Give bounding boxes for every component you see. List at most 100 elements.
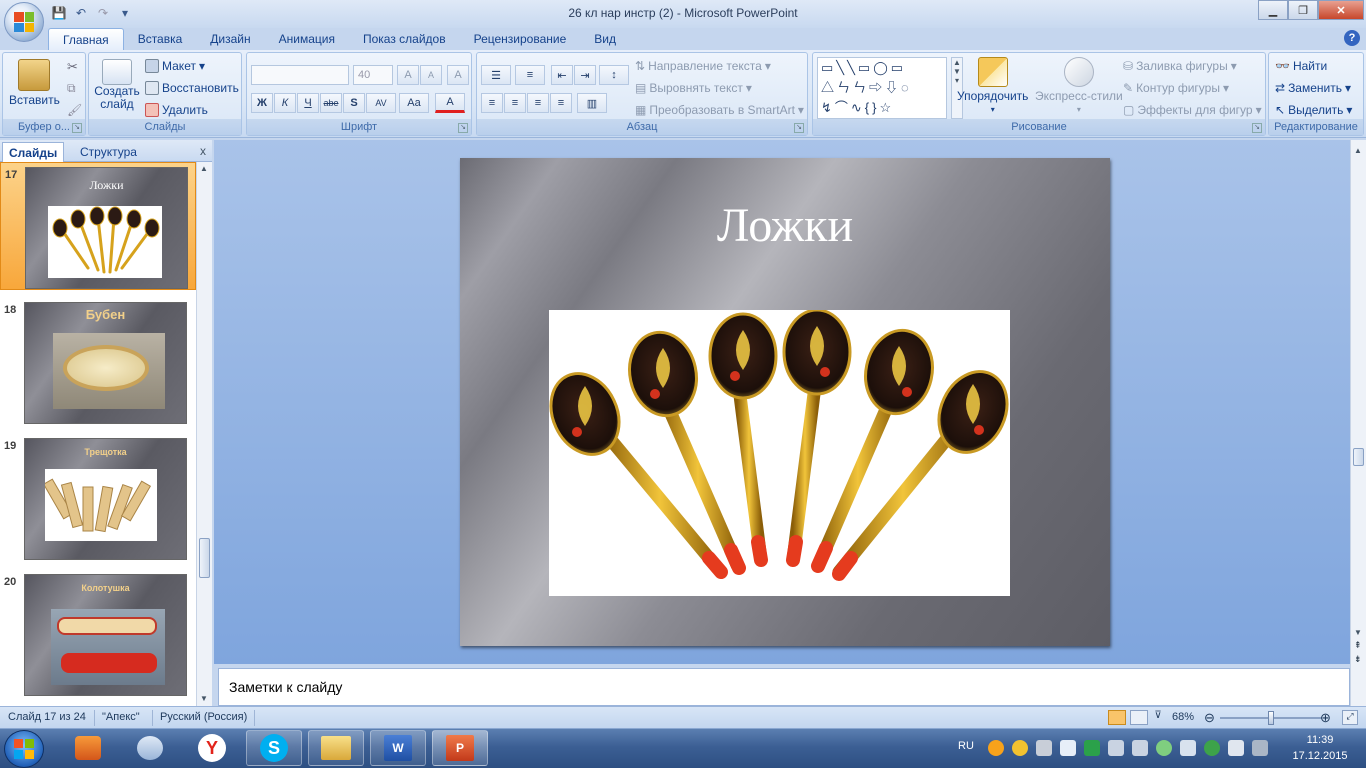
taskbar-powerpoint[interactable]: P [432,730,488,766]
taskbar-speaker[interactable] [122,730,178,766]
thumbnail-slide-19[interactable]: 19 Трещотка [0,434,196,562]
font-color-button[interactable]: A [435,93,465,113]
pane-close-icon[interactable]: x [200,144,206,158]
cut-icon[interactable]: ✂ [67,59,78,75]
find-button[interactable]: 👓 Найти [1275,59,1327,73]
tab-slideshow[interactable]: Показ слайдов [349,28,460,50]
thumbnail-slide-18[interactable]: 18 Бубен [0,298,196,426]
shape-fill-button[interactable]: ⛁ Заливка фигуры ▾ [1123,59,1237,73]
tab-review[interactable]: Рецензирование [460,28,581,50]
previous-slide-icon[interactable]: ⇞ [1354,640,1362,651]
increase-indent-button[interactable]: ⇥ [574,65,596,85]
tray-smile-icon[interactable] [1012,740,1028,756]
tray-network-icon[interactable] [1252,740,1268,756]
current-slide[interactable]: Ложки [460,158,1110,646]
zoom-out-icon[interactable]: ⊖ [1204,710,1215,726]
text-direction-button[interactable]: ⇅ Направление текста ▾ [635,59,771,73]
paste-button[interactable]: Вставить [9,59,60,107]
tray-app-icon[interactable] [988,740,1004,756]
spoons-image[interactable] [549,308,1010,596]
select-button[interactable]: ↖ Выделить ▾ [1275,103,1352,117]
tray-headset-icon[interactable] [1036,740,1052,756]
copy-icon[interactable]: ⧉ [67,81,76,96]
minimize-button[interactable]: ▁ [1258,0,1288,20]
tab-outline-pane[interactable]: Структура [74,142,143,162]
zoom-slider[interactable] [1220,711,1322,725]
clipboard-launcher-icon[interactable]: ↘ [72,123,82,133]
underline-button[interactable]: Ч [297,93,319,113]
office-button[interactable] [4,2,44,42]
taskbar-explorer[interactable] [308,730,364,766]
tab-insert[interactable]: Вставка [124,28,197,50]
tray-monitor-icon[interactable] [1180,740,1196,756]
help-icon[interactable]: ? [1344,30,1360,46]
start-button[interactable] [4,730,44,768]
shapes-gallery[interactable]: ▭╲╲▭◯▭ △ㄣㄣ⇨⇩◌ ↯⌒∿{}☆ [817,57,947,119]
scroll-thumb[interactable] [1353,448,1364,466]
scroll-down-icon[interactable]: ▼ [200,694,208,703]
shrink-font-button[interactable]: A [420,65,442,85]
fit-to-window-icon[interactable]: ⤢ [1342,710,1358,725]
thumbnail-scrollbar[interactable]: ▲ ▼ [196,162,212,706]
bullets-button[interactable]: ☰ [481,65,511,85]
tray-flag-icon[interactable] [1228,740,1244,756]
zoom-in-icon[interactable]: ⊕ [1320,710,1331,726]
columns-button[interactable]: ▥ [577,93,607,113]
font-size-field[interactable]: 40 [353,65,393,85]
slide-scrollbar[interactable]: ▲ ▼ ⇞ ⇟ [1350,140,1366,706]
drawing-launcher-icon[interactable]: ↘ [1252,123,1262,133]
close-button[interactable]: ✕ [1318,0,1364,20]
slideshow-view-icon[interactable]: ⊽ [1150,710,1166,725]
smartart-button[interactable]: ▦ Преобразовать в SmartArt ▾ [635,103,804,117]
tab-slides-pane[interactable]: Слайды [2,142,65,162]
align-center-button[interactable]: ≡ [504,93,526,113]
shape-effects-button[interactable]: ▢ Эффекты для фигур ▾ [1123,103,1262,117]
taskbar-yandex-browser[interactable]: Y [184,730,240,766]
tab-view[interactable]: Вид [580,28,630,50]
reset-button[interactable]: Восстановить [145,81,239,95]
tray-signal-icon[interactable] [1108,740,1124,756]
scroll-down-icon[interactable]: ▼ [1354,628,1362,637]
arrange-button[interactable]: Упорядочить ▾ [957,57,1028,114]
change-case-button[interactable]: Aa [399,93,429,113]
format-painter-icon[interactable]: 🖌 [67,103,82,117]
bold-button[interactable]: Ж [251,93,273,113]
align-right-button[interactable]: ≡ [527,93,549,113]
numbering-button[interactable]: ≡ [515,65,545,85]
font-launcher-icon[interactable]: ↘ [458,123,468,133]
scroll-thumb[interactable] [199,538,210,578]
strikethrough-button[interactable]: abe [320,93,342,113]
new-slide-button[interactable]: Создать слайд [93,59,141,111]
notes-pane[interactable]: Заметки к слайду [218,668,1350,706]
quick-styles-button[interactable]: Экспресс-стили ▾ [1035,57,1123,114]
font-name-field[interactable] [251,65,349,85]
system-clock[interactable]: 11:39 17.12.2015 [1280,732,1360,764]
thumbnail-slide-20[interactable]: 20 Колотушка [0,570,196,698]
italic-button[interactable]: К [274,93,296,113]
delete-button[interactable]: Удалить [145,103,208,117]
shadow-button[interactable]: S [343,93,365,113]
scroll-up-icon[interactable]: ▲ [200,164,208,173]
tab-design[interactable]: Дизайн [196,28,264,50]
tray-check-icon[interactable] [1204,740,1220,756]
layout-button[interactable]: Макет ▾ [145,59,205,73]
taskbar-media-player[interactable] [60,730,116,766]
next-slide-icon[interactable]: ⇟ [1354,654,1362,665]
tray-sync-icon[interactable] [1156,740,1172,756]
slide-title[interactable]: Ложки [460,198,1110,253]
line-spacing-button[interactable]: ↕ [599,65,629,85]
align-text-button[interactable]: ▤ Выровнять текст ▾ [635,81,752,95]
align-left-button[interactable]: ≡ [481,93,503,113]
zoom-slider-thumb[interactable] [1268,711,1274,725]
scroll-up-icon[interactable]: ▲ [1354,146,1362,155]
tray-volume-icon[interactable] [1132,740,1148,756]
decrease-indent-button[interactable]: ⇤ [551,65,573,85]
justify-button[interactable]: ≡ [550,93,572,113]
zoom-level[interactable]: 68% [1172,711,1194,723]
grow-font-button[interactable]: A [397,65,419,85]
tab-animation[interactable]: Анимация [265,28,349,50]
tray-green-icon[interactable] [1084,740,1100,756]
tray-windows-icon[interactable] [1060,740,1076,756]
shape-outline-button[interactable]: ✎ Контур фигуры ▾ [1123,81,1229,95]
normal-view-icon[interactable] [1108,710,1126,725]
